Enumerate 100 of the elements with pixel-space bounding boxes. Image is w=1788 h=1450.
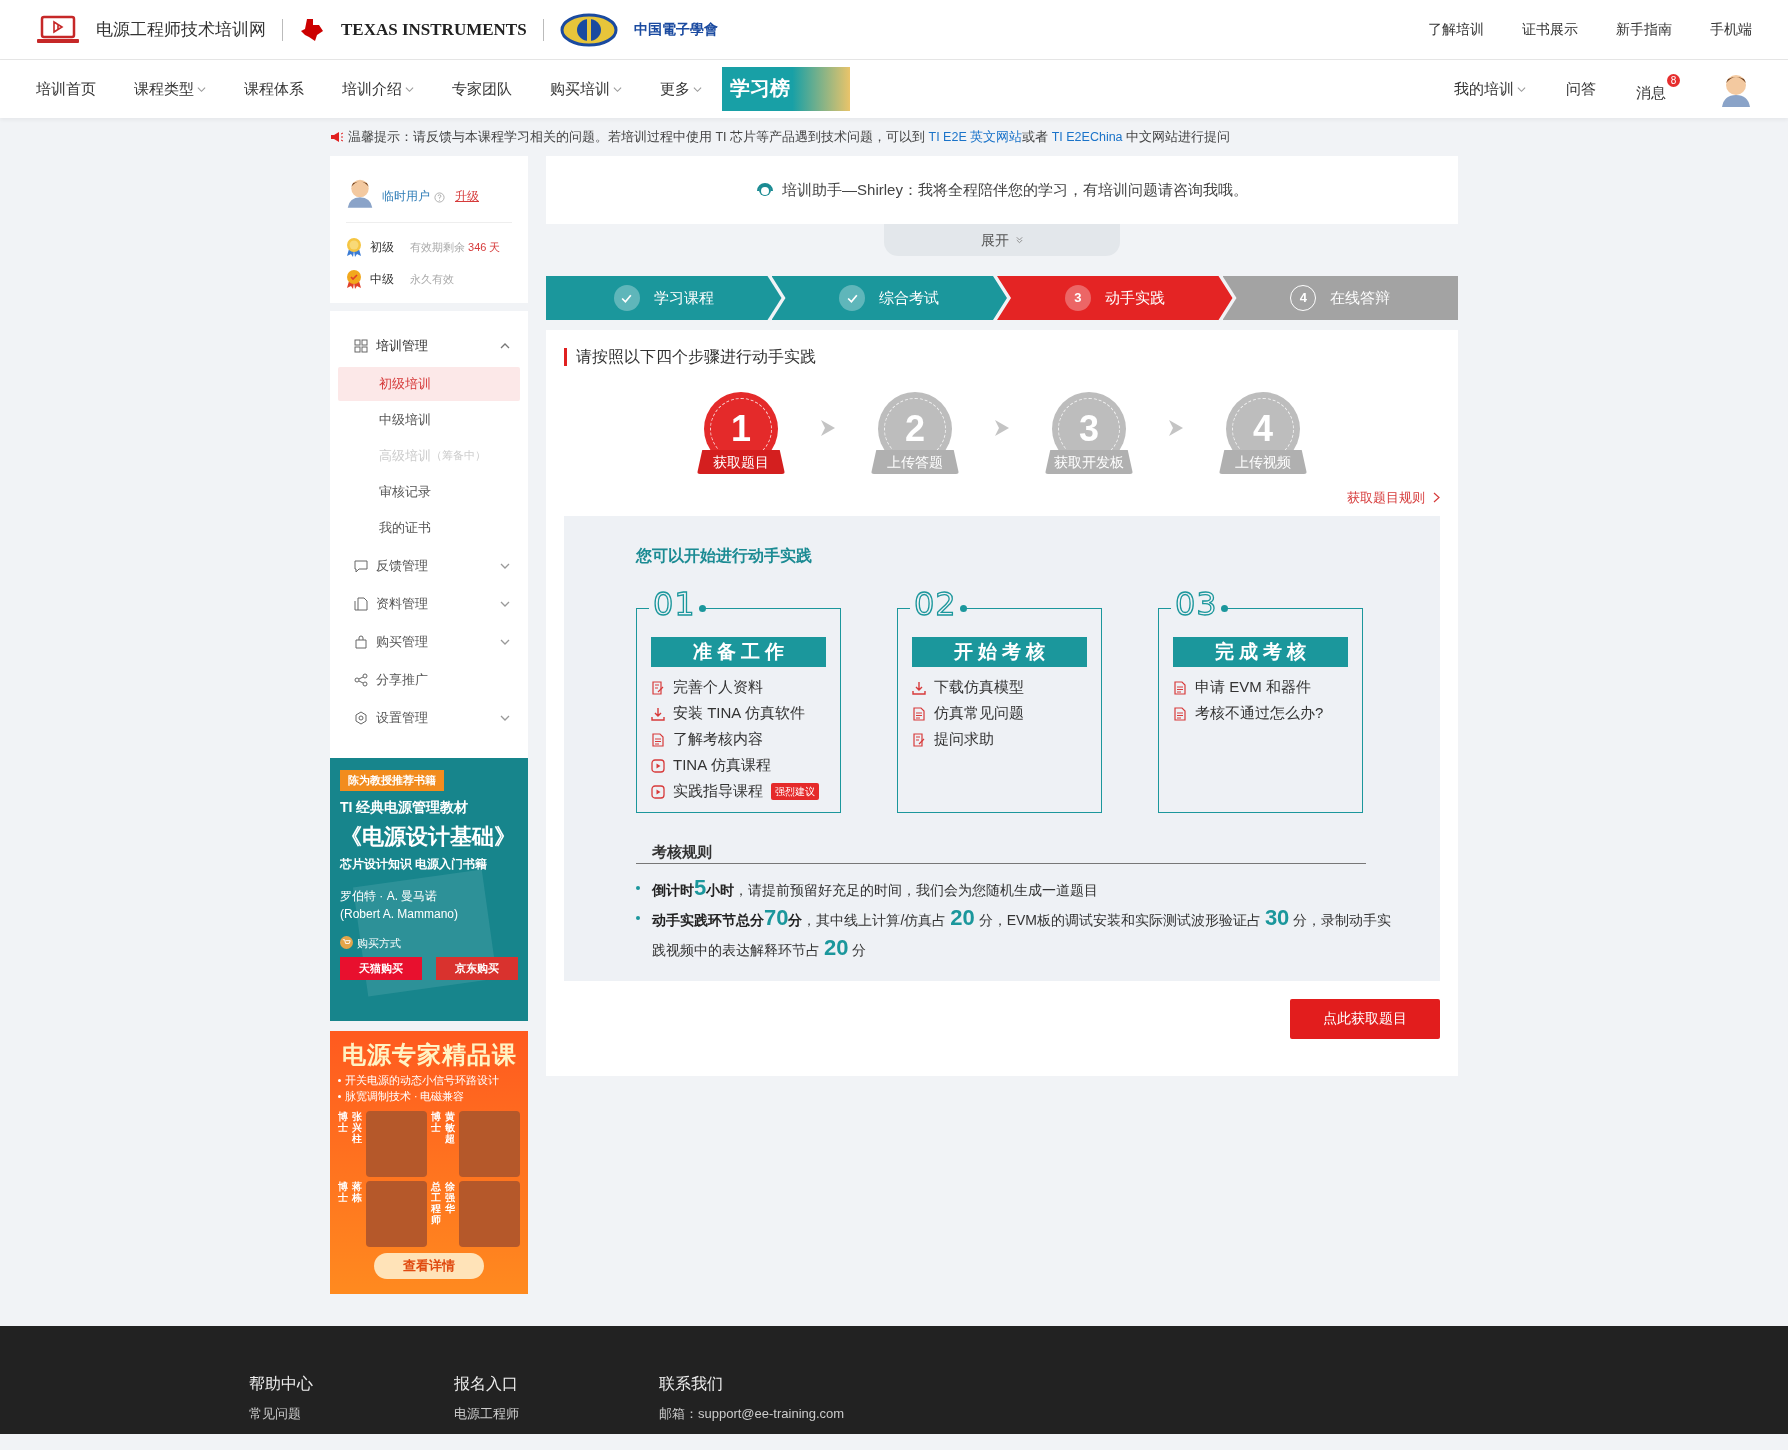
rules-link[interactable]: 获取题目规则: [1347, 488, 1440, 508]
step-label: 获取题目: [697, 450, 785, 474]
resource-link[interactable]: 下载仿真模型: [934, 676, 1024, 699]
top-link[interactable]: 手机端: [1710, 19, 1752, 40]
book-ad-banner[interactable]: 陈为教授推荐书籍 TI 经典电源管理教材 《电源设计基础》 芯片设计知识 电源入门书籍 罗伯特 · A. 曼马诺 (Robert A. Mammano) 购买方式 天猫购买 京东购买: [330, 758, 528, 1021]
submenu-item[interactable]: 审核记录: [338, 475, 520, 509]
resource-link[interactable]: 仿真常见问题: [934, 702, 1024, 725]
menu-item[interactable]: 设置管理: [330, 699, 528, 737]
grid-icon: [354, 339, 368, 353]
document-icon: [651, 732, 665, 747]
resource-link[interactable]: 完善个人资料: [673, 676, 763, 699]
document-icon: [912, 706, 926, 721]
expert-title: 总工程师: [431, 1180, 441, 1227]
megaphone-icon: [330, 131, 344, 143]
cart-icon: [340, 936, 353, 950]
laptop-logo-icon: [36, 14, 80, 45]
notice-text: 温馨提示：请反馈与本课程学习相关的问题。若培训过程中使用 TI 芯片等产品遇到技术问题，可以到 TI E2E 英文网站或者 TI E2EChina 中文网站进行提问: [348, 127, 1231, 147]
footer-link[interactable]: 邮箱：support@ee-training.com: [659, 1404, 864, 1424]
nav-link[interactable]: 培训介绍: [342, 77, 414, 101]
top-link[interactable]: 新手指南: [1616, 19, 1672, 40]
footer-link[interactable]: 电源工程师: [454, 1404, 659, 1424]
nav-link[interactable]: 我的培训: [1454, 77, 1526, 101]
ad-bullet: 脉宽调制技术 · 电磁兼容: [345, 1088, 465, 1104]
nav-link[interactable]: 课程体系: [244, 77, 304, 101]
nav-link[interactable]: 更多: [660, 77, 702, 101]
document-icon: [1173, 680, 1187, 695]
partner-name[interactable]: TEXAS INSTRUMENTS: [341, 16, 527, 43]
expert-name: 黄敏超: [445, 1110, 455, 1146]
menu-item[interactable]: 反馈管理: [330, 547, 528, 585]
site-link[interactable]: TI E2E 英文网站: [928, 127, 1023, 147]
nav-link[interactable]: 购买培训: [550, 77, 622, 101]
top-link[interactable]: 了解培训: [1428, 19, 1484, 40]
arrow-icon: [993, 418, 1011, 438]
nav-link[interactable]: 问答: [1566, 77, 1596, 101]
recommend-tag: 强烈建议: [771, 783, 819, 800]
resource-link[interactable]: 安装 TINA 仿真软件: [673, 702, 805, 725]
caret-icon: [197, 84, 206, 94]
step-label: 上传视频: [1219, 450, 1307, 474]
site-name[interactable]: 电源工程师技术培训网: [96, 16, 266, 43]
upgrade-link[interactable]: 升级: [455, 188, 479, 206]
resource-link[interactable]: 提问求助: [934, 728, 994, 751]
submenu-item[interactable]: 中级培训: [338, 403, 520, 437]
resource-link[interactable]: 实践指导课程: [673, 780, 763, 803]
caret-icon: [1517, 84, 1526, 94]
buy-button[interactable]: 京东购买: [436, 957, 518, 980]
ad-headline: TI 经典电源管理教材: [340, 797, 470, 817]
expert-title: 博士: [338, 1110, 348, 1135]
edit-icon: [912, 732, 926, 747]
progress-step: 学习课程: [546, 276, 782, 320]
rule-text: 倒计时5小时，请提前预留好充足的时间，我们会为您随机生成一道题目: [636, 874, 1396, 904]
expert-name: 蒋栋: [352, 1180, 362, 1205]
author-name: 罗伯特 · A. 曼马诺: [340, 887, 439, 905]
expand-toggle[interactable]: 展开: [884, 224, 1120, 256]
expert-title: 博士: [338, 1180, 348, 1205]
submenu-item[interactable]: 初级培训: [338, 367, 520, 401]
stage-title: 开 始 考 核: [912, 636, 1087, 667]
buy-button[interactable]: 天猫购买: [340, 957, 422, 980]
resource-link[interactable]: 申请 EVM 和器件: [1195, 676, 1311, 699]
expert-name: 张兴柱: [352, 1110, 362, 1146]
footer-heading: 帮助中心: [249, 1374, 314, 1394]
nav-link[interactable]: 专家团队: [452, 77, 512, 101]
submenu-item[interactable]: 我的证书: [338, 511, 520, 545]
rule-text: 动手实践环节总分70分，其中线上计算/仿真占 20 分，EVM板的调试安装和实际测试波形验证占 30 分，录制动手实践视频中的表达解释环节占 20 分: [636, 904, 1396, 964]
resource-link[interactable]: TINA 仿真课程: [673, 754, 771, 777]
footer-link[interactable]: 常见问题: [249, 1404, 454, 1424]
level-name: 中级: [370, 271, 394, 288]
user-role: 临时用户: [382, 189, 430, 205]
assistant-message: 培训助手—Shirley：我将全程陪伴您的学习，有培训问题请咨询我哦。: [782, 179, 1248, 200]
level-validity: 永久有效: [410, 271, 454, 287]
menu-item[interactable]: 分享推广: [330, 661, 528, 699]
partner-name[interactable]: 中国電子學會: [633, 19, 718, 40]
arrow-icon: [819, 418, 837, 438]
get-question-button[interactable]: 点此获取题目: [1290, 998, 1440, 1039]
message-count-badge: 8: [1667, 73, 1680, 87]
ad-headline: 芯片设计知识 电源入门书籍: [340, 855, 489, 873]
level-validity: 有效期剩余 346 天: [410, 239, 501, 255]
stage-title: 准 备 工 作: [651, 636, 826, 667]
photo-placeholder: [459, 1110, 520, 1177]
site-link[interactable]: TI E2EChina: [1051, 127, 1123, 147]
top-link[interactable]: 证书展示: [1522, 19, 1578, 40]
headset-icon: [756, 181, 775, 199]
play-icon: [651, 784, 665, 799]
menu-item[interactable]: 购买管理: [330, 623, 528, 661]
ad-tag: 陈为教授推荐书籍: [340, 770, 444, 791]
bag-icon: [354, 635, 368, 649]
oval-emblem-icon: [559, 12, 618, 47]
stage-title: 完 成 考 核: [1173, 636, 1348, 667]
ad-headline: 《电源设计基础》: [340, 822, 517, 851]
expert-name: 徐强华: [445, 1180, 455, 1216]
nav-link[interactable]: 课程类型: [134, 77, 206, 101]
messages-link[interactable]: 消息 8: [1636, 73, 1680, 105]
resource-link[interactable]: 了解考核内容: [673, 728, 763, 751]
menu-item[interactable]: 培训管理: [330, 327, 528, 365]
caret-icon: [613, 84, 622, 94]
photo-placeholder: [366, 1180, 427, 1247]
document-icon: [354, 597, 368, 611]
caret-icon: [405, 84, 414, 94]
nav-link[interactable]: 培训首页: [36, 77, 96, 101]
resource-link[interactable]: 考核不通过怎么办?: [1195, 702, 1324, 725]
menu-item[interactable]: 资料管理: [330, 585, 528, 623]
